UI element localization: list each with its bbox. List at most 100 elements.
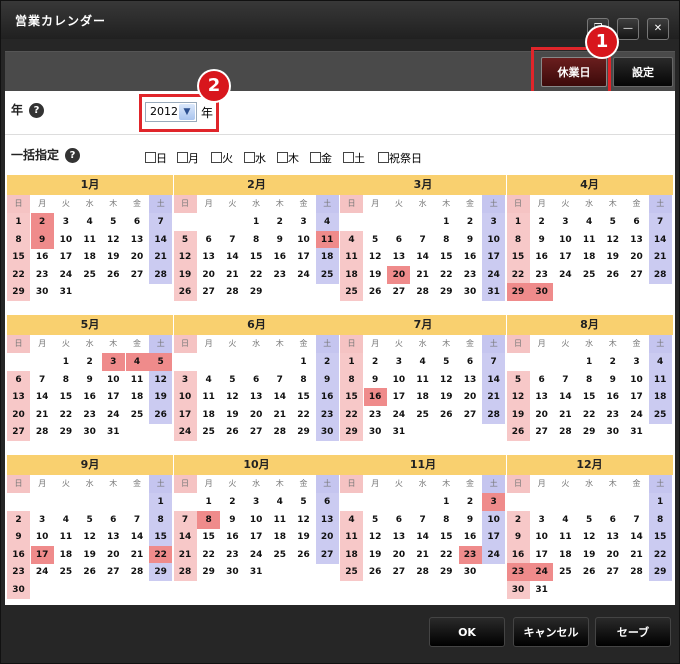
day-cell[interactable]: 11 xyxy=(578,231,601,249)
day-cell[interactable]: 28 xyxy=(648,265,672,284)
day-cell[interactable]: 1 xyxy=(435,493,458,511)
day-cell[interactable]: 20 xyxy=(126,248,149,266)
day-cell[interactable]: 14 xyxy=(126,528,149,546)
day-cell[interactable]: 6 xyxy=(315,493,339,511)
day-cell[interactable]: 16 xyxy=(315,388,339,407)
day-cell[interactable]: 20 xyxy=(387,265,411,284)
day-cell[interactable]: 13 xyxy=(245,388,268,406)
day-cell[interactable]: 12 xyxy=(364,528,387,546)
day-cell[interactable]: 13 xyxy=(102,528,125,546)
day-cell[interactable]: 5 xyxy=(364,511,387,529)
day-cell[interactable]: 15 xyxy=(435,528,458,546)
day-cell[interactable]: 20 xyxy=(625,248,648,266)
day-cell[interactable]: 15 xyxy=(292,388,315,406)
day-cell[interactable]: 24 xyxy=(102,406,125,424)
checkbox-box[interactable] xyxy=(277,152,288,163)
day-cell[interactable]: 19 xyxy=(506,405,530,424)
day-cell[interactable]: 3 xyxy=(625,353,648,371)
day-cell[interactable]: 9 xyxy=(530,231,553,249)
day-cell[interactable]: 27 xyxy=(601,563,624,581)
day-cell[interactable]: 8 xyxy=(506,230,530,249)
day-cell[interactable]: 2 xyxy=(601,353,624,371)
day-cell[interactable]: 30 xyxy=(530,283,554,302)
day-cell[interactable]: 8 xyxy=(435,511,458,529)
day-cell[interactable]: 12 xyxy=(173,248,197,267)
day-cell[interactable]: 23 xyxy=(221,546,244,564)
day-cell[interactable]: 18 xyxy=(554,546,577,564)
day-cell[interactable]: 5 xyxy=(221,371,244,389)
day-cell[interactable]: 1 xyxy=(435,213,458,231)
day-cell[interactable]: 1 xyxy=(340,353,363,371)
day-cell[interactable]: 5 xyxy=(506,370,530,389)
day-cell[interactable]: 21 xyxy=(554,406,577,424)
day-cell[interactable]: 19 xyxy=(364,266,387,284)
day-cell[interactable]: 22 xyxy=(292,406,315,424)
day-cell[interactable]: 4 xyxy=(125,353,149,371)
day-cell[interactable]: 18 xyxy=(411,388,434,406)
day-cell[interactable]: 23 xyxy=(459,266,482,284)
day-cell[interactable]: 20 xyxy=(530,406,553,424)
day-cell[interactable]: 26 xyxy=(102,266,125,284)
day-cell[interactable]: 29 xyxy=(245,283,268,301)
day-cell[interactable]: 2 xyxy=(459,493,482,511)
day-cell[interactable]: 11 xyxy=(340,528,363,547)
day-cell[interactable]: 14 xyxy=(625,528,648,546)
day-cell[interactable]: 12 xyxy=(221,388,244,406)
day-cell[interactable]: 14 xyxy=(411,248,434,266)
day-cell[interactable]: 29 xyxy=(435,283,458,301)
day-cell[interactable]: 12 xyxy=(102,231,125,249)
day-cell[interactable]: 7 xyxy=(554,371,577,389)
day-cell[interactable]: 30 xyxy=(459,283,482,301)
day-cell[interactable]: 21 xyxy=(221,266,244,284)
day-cell[interactable]: 9 xyxy=(364,371,387,389)
day-cell[interactable]: 6 xyxy=(387,511,410,529)
checkbox-4[interactable]: 木 xyxy=(277,150,299,166)
day-cell[interactable]: 26 xyxy=(221,423,244,441)
day-cell[interactable]: 23 xyxy=(364,406,387,424)
day-cell[interactable]: 29 xyxy=(149,563,173,582)
day-cell[interactable]: 21 xyxy=(173,545,197,564)
day-cell[interactable]: 20 xyxy=(459,388,482,406)
day-cell[interactable]: 5 xyxy=(435,353,458,371)
day-cell[interactable]: 10 xyxy=(31,528,54,546)
settings-button[interactable]: 設定 xyxy=(613,57,673,87)
day-cell[interactable]: 16 xyxy=(7,545,30,564)
day-cell[interactable]: 11 xyxy=(197,388,220,406)
day-cell[interactable]: 9 xyxy=(30,230,54,249)
day-cell[interactable]: 8 xyxy=(54,371,77,389)
day-cell[interactable]: 3 xyxy=(530,511,553,529)
day-cell[interactable]: 17 xyxy=(102,388,125,406)
day-cell[interactable]: 6 xyxy=(102,511,125,529)
day-cell[interactable]: 16 xyxy=(268,248,291,266)
day-cell[interactable]: 5 xyxy=(364,231,387,249)
day-cell[interactable]: 23 xyxy=(315,405,339,424)
day-cell[interactable]: 17 xyxy=(30,545,54,564)
day-cell[interactable]: 7 xyxy=(31,371,54,389)
day-cell[interactable]: 9 xyxy=(268,231,291,249)
day-cell[interactable]: 9 xyxy=(221,511,244,529)
day-cell[interactable]: 23 xyxy=(530,266,553,284)
checkbox-3[interactable]: 水 xyxy=(244,150,266,166)
day-cell[interactable]: 25 xyxy=(78,266,101,284)
day-cell[interactable]: 23 xyxy=(458,545,482,564)
day-cell[interactable]: 15 xyxy=(197,528,220,546)
day-cell[interactable]: 25 xyxy=(340,563,363,582)
day-cell[interactable]: 7 xyxy=(411,511,434,529)
day-cell[interactable]: 24 xyxy=(245,546,268,564)
day-cell[interactable]: 7 xyxy=(648,213,672,231)
day-cell[interactable]: 10 xyxy=(554,231,577,249)
day-cell[interactable]: 24 xyxy=(482,265,506,284)
day-cell[interactable]: 27 xyxy=(315,545,339,564)
day-cell[interactable]: 22 xyxy=(197,546,220,564)
day-cell[interactable]: 11 xyxy=(340,248,363,267)
day-cell[interactable]: 7 xyxy=(173,510,197,529)
day-cell[interactable]: 6 xyxy=(625,213,648,231)
day-cell[interactable]: 3 xyxy=(54,213,77,231)
day-cell[interactable]: 3 xyxy=(482,213,506,231)
day-cell[interactable]: 1 xyxy=(245,213,268,231)
day-cell[interactable]: 11 xyxy=(554,528,577,546)
day-cell[interactable]: 24 xyxy=(530,563,554,582)
day-cell[interactable]: 10 xyxy=(292,231,315,249)
day-cell[interactable]: 18 xyxy=(126,388,149,406)
day-cell[interactable]: 19 xyxy=(578,546,601,564)
